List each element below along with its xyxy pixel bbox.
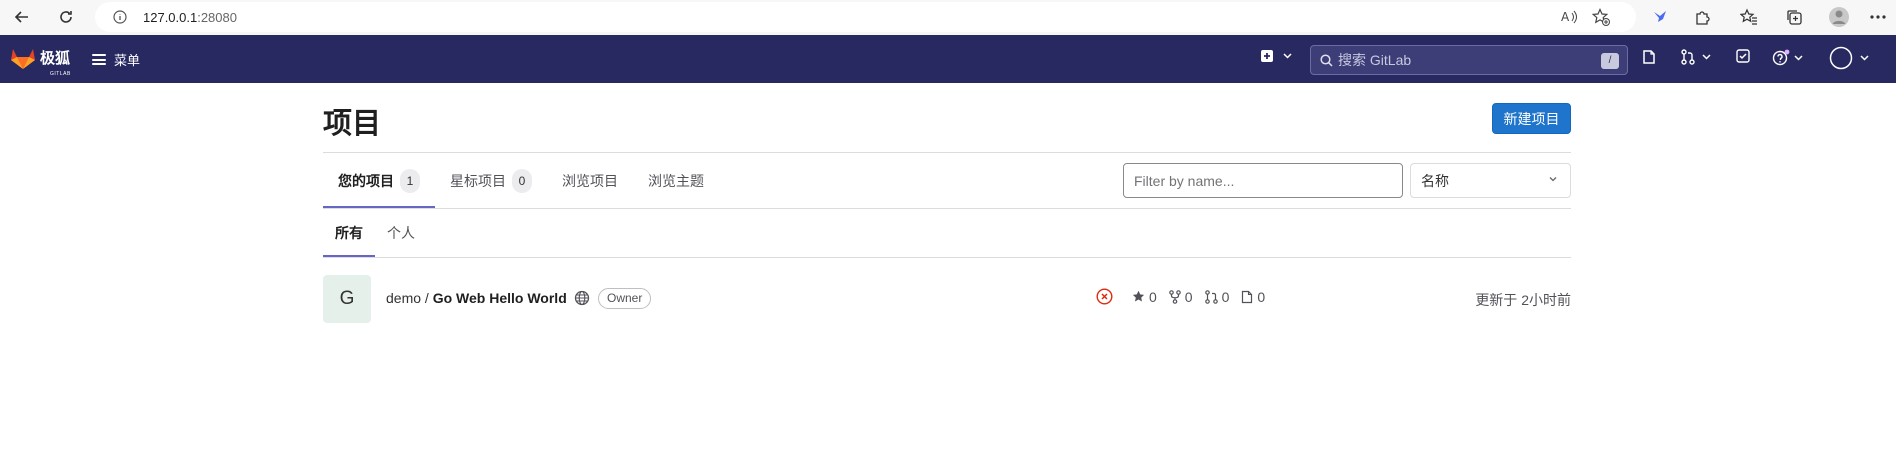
collections-icon <box>1787 10 1802 25</box>
favorites-button[interactable] <box>1737 5 1761 29</box>
chevron-down-icon <box>1702 54 1711 60</box>
chevron-down-icon <box>1283 53 1292 59</box>
search-input[interactable]: 搜索 GitLab / <box>1310 45 1628 75</box>
back-button[interactable] <box>9 4 35 30</box>
user-avatar-icon <box>1829 46 1853 70</box>
project-name: Go Web Hello World <box>432 290 567 306</box>
tab-explore-topics[interactable]: 浏览主题 <box>633 153 719 208</box>
merge-request-icon <box>1681 49 1695 65</box>
fork-icon <box>1168 289 1181 304</box>
merge-requests-count-link[interactable]: 0 <box>1204 288 1230 305</box>
filter-by-name-input[interactable] <box>1123 163 1403 198</box>
tab-label: 星标项目 <box>450 172 506 189</box>
pipeline-status-link[interactable] <box>1096 288 1117 305</box>
updated-timestamp: 更新于 2小时前 <box>1475 292 1571 308</box>
home-logo-link[interactable]: 极狐 GITLAB <box>10 46 71 77</box>
plus-square-icon <box>1261 50 1273 62</box>
new-project-button[interactable]: 新建项目 <box>1492 103 1571 134</box>
logo-subtitle: GITLAB <box>50 70 71 77</box>
help-nav-button[interactable] <box>1772 49 1803 66</box>
reload-button[interactable] <box>53 4 79 30</box>
arrow-left-icon <box>14 11 28 23</box>
chevron-down-icon <box>1860 55 1869 61</box>
merge-request-icon <box>1204 289 1218 304</box>
help-icon <box>1772 49 1790 66</box>
sort-selected-value: 名称 <box>1421 172 1449 189</box>
issues-icon <box>1643 50 1655 64</box>
pipeline-failed-icon <box>1096 288 1113 305</box>
star-icon <box>1132 290 1145 302</box>
role-badge: Owner <box>598 288 652 309</box>
merge-requests-count: 0 <box>1221 288 1230 305</box>
project-tabs: 您的项目 1 星标项目 0 浏览项目 浏览主题 <box>323 153 719 208</box>
main-menu-button[interactable]: 菜单 <box>92 50 140 69</box>
project-avatar[interactable]: G <box>323 275 371 323</box>
forks-count-link[interactable]: 0 <box>1168 288 1193 305</box>
project-stats: 0 0 0 0 <box>1096 288 1277 305</box>
stars-count: 0 <box>1149 288 1157 305</box>
bird-extension-icon <box>1654 11 1666 22</box>
tab-starred-projects[interactable]: 星标项目 0 <box>435 153 547 208</box>
merge-requests-nav-button[interactable] <box>1681 49 1711 65</box>
profile-avatar-icon <box>1829 7 1849 27</box>
read-aloud-icon[interactable]: A <box>1561 9 1579 25</box>
gitlab-header: 极狐 GITLAB 菜单 搜索 GitLab / <box>0 35 1896 83</box>
issues-count-link[interactable]: 0 <box>1241 289 1265 305</box>
url-text: 127.0.0.1:28080 <box>143 10 237 25</box>
hamburger-icon <box>92 54 106 65</box>
url-host: 127.0.0.1 <box>143 9 198 25</box>
collections-button[interactable] <box>1782 5 1806 29</box>
tab-your-projects[interactable]: 您的项目 1 <box>323 153 435 208</box>
issues-count: 0 <box>1257 288 1266 305</box>
user-menu-button[interactable] <box>1829 46 1869 70</box>
more-icon <box>1870 15 1886 19</box>
tab-explore-projects[interactable]: 浏览项目 <box>547 153 633 208</box>
tab-label: 浏览项目 <box>562 172 618 189</box>
project-row: G demo / Go Web Hello World Owner 0 0 0 … <box>323 275 1571 323</box>
sort-dropdown[interactable]: 名称 <box>1410 163 1571 198</box>
todo-check-icon <box>1736 49 1750 63</box>
page-title: 项目 <box>323 108 382 140</box>
subtab-personal[interactable]: 个人 <box>375 209 427 257</box>
project-filter-subtabs: 所有 个人 <box>323 209 427 257</box>
logo-text: 极狐 GITLAB <box>40 49 71 77</box>
extension-button[interactable] <box>1648 5 1672 29</box>
todos-nav-button[interactable] <box>1736 49 1750 63</box>
menu-label: 菜单 <box>114 53 141 68</box>
stars-count-link[interactable]: 0 <box>1132 289 1157 305</box>
project-title-link[interactable]: demo / Go Web Hello World <box>386 290 567 306</box>
new-dropdown-button[interactable] <box>1260 49 1292 63</box>
search-placeholder: 搜索 GitLab <box>1338 52 1412 68</box>
issues-icon <box>1242 290 1253 303</box>
project-namespace: demo / <box>386 290 433 306</box>
info-icon <box>113 10 127 24</box>
fox-logo-icon <box>11 49 35 69</box>
issues-nav-button[interactable] <box>1642 49 1656 65</box>
reload-icon <box>60 11 72 23</box>
forks-count: 0 <box>1184 288 1193 305</box>
subtab-all[interactable]: 所有 <box>323 209 375 257</box>
extensions-button[interactable] <box>1691 5 1715 29</box>
divider <box>323 257 1571 258</box>
count-badge: 0 <box>512 168 532 193</box>
count-badge: 1 <box>400 168 420 193</box>
logo-title: 极狐 <box>40 49 71 67</box>
chevron-down-icon <box>1794 54 1803 61</box>
address-bar[interactable]: 127.0.0.1:28080 A <box>95 2 1636 32</box>
svg-text:A: A <box>1561 10 1570 24</box>
browser-toolbar: 127.0.0.1:28080 A <box>0 0 1896 35</box>
favorite-add-icon[interactable] <box>1592 8 1610 26</box>
puzzle-icon <box>1696 11 1710 25</box>
public-globe-icon <box>574 290 590 306</box>
search-icon <box>1320 54 1333 67</box>
search-shortcut-key: / <box>1601 53 1619 69</box>
more-button[interactable] <box>1866 5 1890 29</box>
favorites-icon <box>1740 8 1757 25</box>
divider <box>323 208 1571 209</box>
tab-label: 您的项目 <box>338 172 394 189</box>
url-port: :28080 <box>197 9 237 25</box>
tab-label: 浏览主题 <box>648 172 704 189</box>
profile-button[interactable] <box>1827 5 1851 29</box>
chevron-down-icon <box>1549 177 1557 182</box>
